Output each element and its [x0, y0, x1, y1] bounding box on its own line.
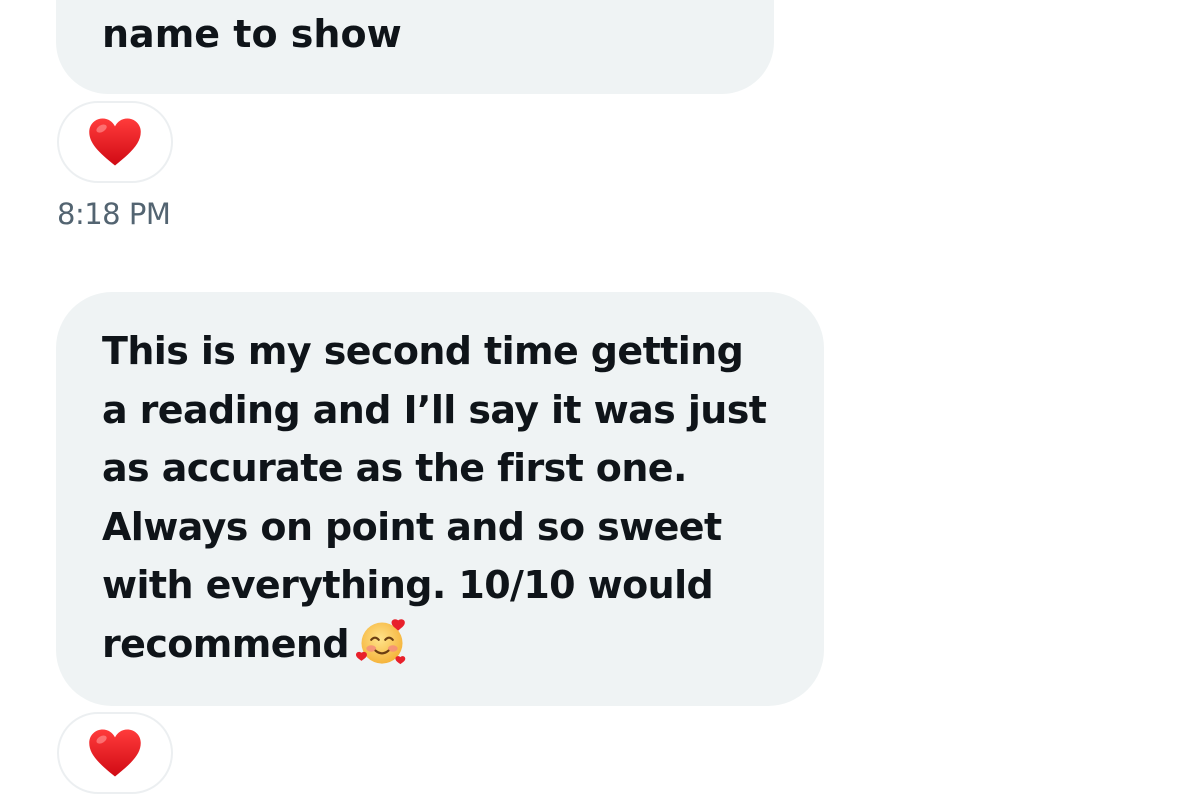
message-text: name to show — [102, 12, 402, 56]
message-bubble[interactable]: This is my second time getting a reading… — [56, 292, 824, 706]
message-timestamp: 8:18 PM — [57, 197, 171, 231]
reaction-pill[interactable] — [57, 101, 173, 183]
reaction-pill[interactable] — [57, 712, 173, 794]
red-heart-icon — [89, 118, 141, 166]
message-bubble[interactable]: name to show — [56, 0, 774, 94]
smiling-face-with-hearts-icon — [355, 618, 406, 664]
message-text: This is my second time getting a reading… — [102, 329, 767, 666]
red-heart-icon — [89, 729, 141, 777]
